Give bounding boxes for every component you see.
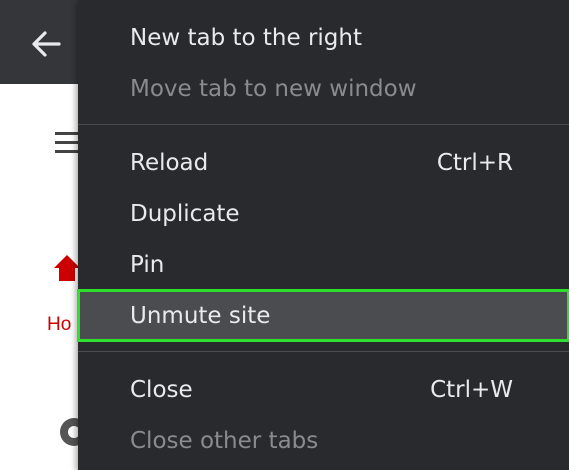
menu-item-label: Duplicate — [130, 200, 240, 227]
arrow-left-icon — [32, 31, 61, 57]
tab-context-menu: New tab to the right Move tab to new win… — [77, 0, 569, 470]
menu-separator — [78, 124, 569, 125]
back-button[interactable] — [24, 24, 68, 64]
menu-item-label: Move tab to new window — [130, 75, 417, 102]
menu-item-duplicate[interactable]: Duplicate — [78, 188, 569, 239]
menu-item-close[interactable]: Close Ctrl+W — [78, 364, 569, 415]
menu-item-label: Unmute site — [130, 302, 271, 329]
menu-item-shortcut: Ctrl+W — [430, 376, 513, 403]
menu-item-reload[interactable]: Reload Ctrl+R — [78, 137, 569, 188]
menu-item-new-tab-right[interactable]: New tab to the right — [78, 12, 569, 63]
hamburger-icon[interactable] — [55, 132, 79, 158]
menu-item-pin[interactable]: Pin — [78, 239, 569, 290]
home-link-label[interactable]: Ho — [47, 314, 77, 336]
menu-separator — [78, 351, 569, 352]
home-icon[interactable] — [53, 254, 81, 282]
menu-item-close-other-tabs: Close other tabs — [78, 415, 569, 466]
menu-item-label: Pin — [130, 251, 165, 278]
menu-item-shortcut: Ctrl+R — [436, 149, 513, 176]
menu-item-label: Close other tabs — [130, 427, 319, 454]
menu-item-move-tab-new-window: Move tab to new window — [78, 63, 569, 114]
menu-item-label: New tab to the right — [130, 24, 362, 51]
browser-window: Ho New tab to the right Move tab to new … — [0, 0, 569, 470]
menu-item-unmute-site[interactable]: Unmute site — [77, 289, 569, 342]
